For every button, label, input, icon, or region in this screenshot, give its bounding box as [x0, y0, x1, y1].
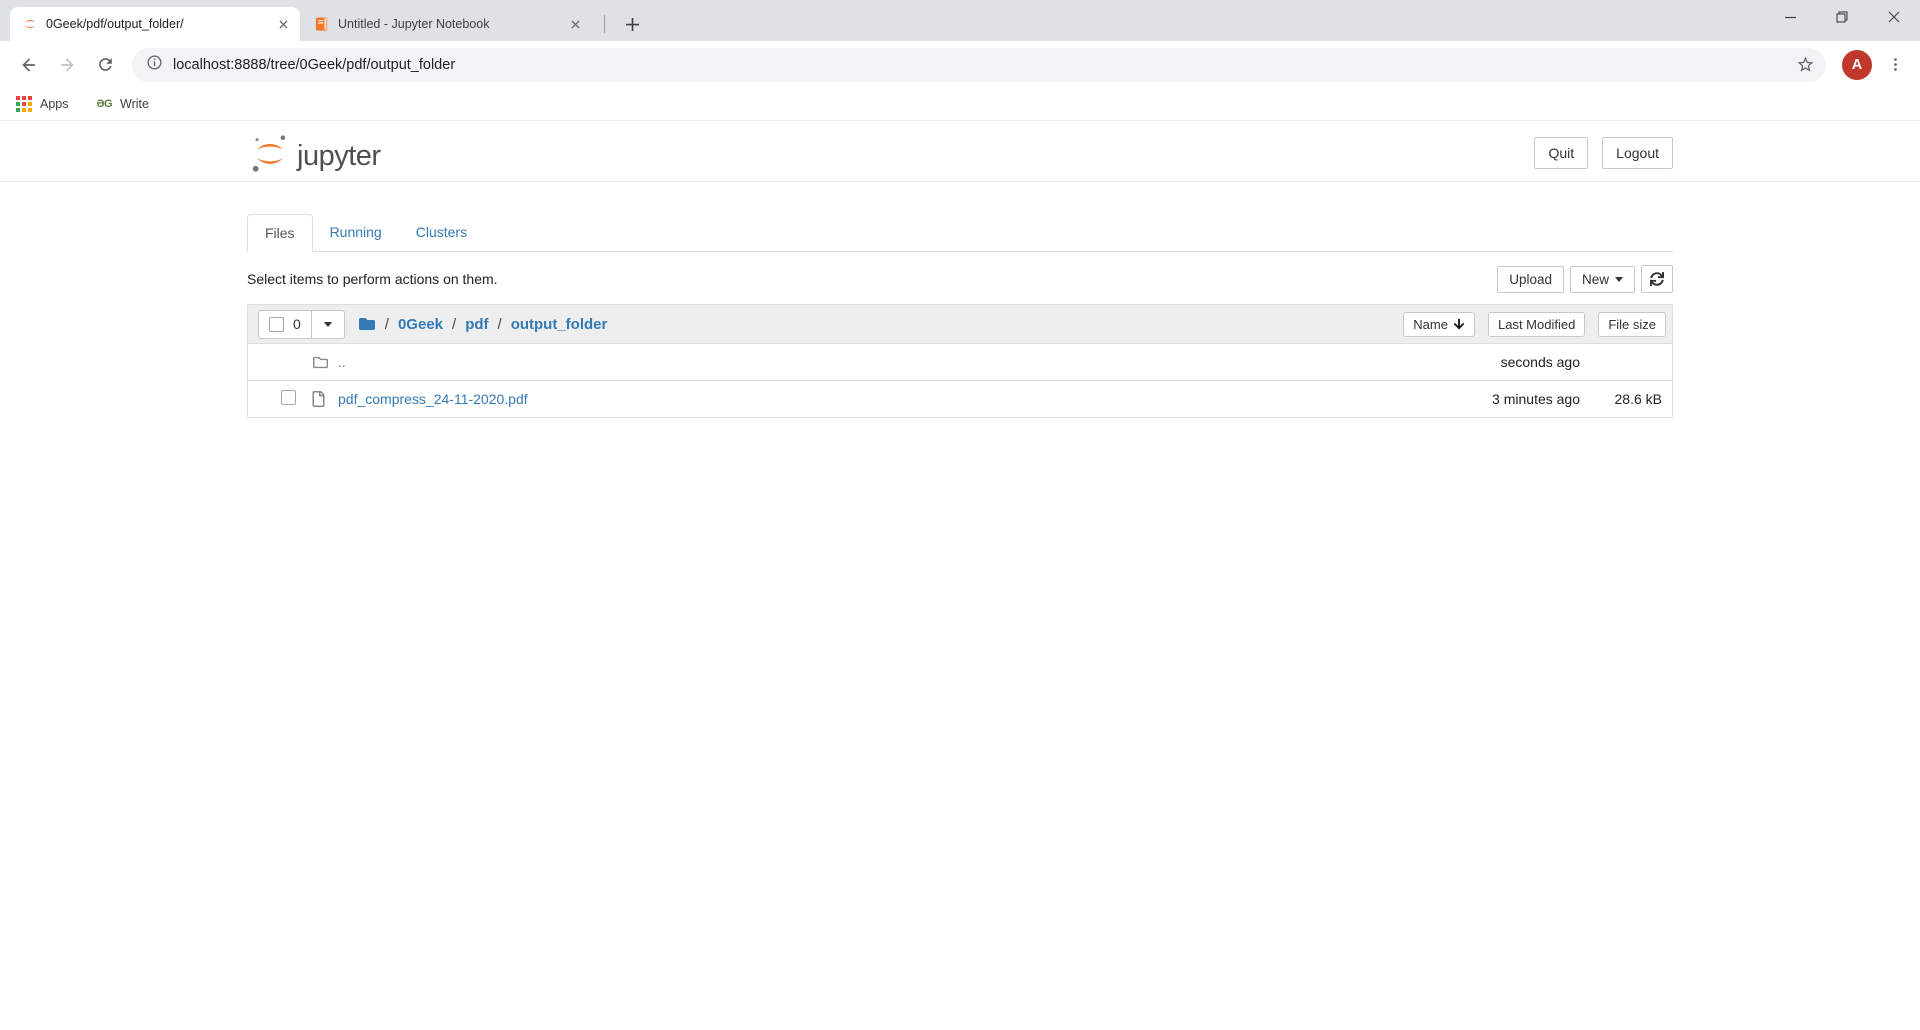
- tab-files[interactable]: Files: [247, 214, 313, 252]
- sort-arrow-down-icon: [1453, 318, 1465, 330]
- notebook-favicon-icon: [314, 16, 330, 32]
- refresh-button[interactable]: [1641, 265, 1673, 293]
- new-tab-button[interactable]: [618, 10, 646, 38]
- breadcrumb: / 0Geek / pdf / output_folder: [358, 315, 608, 333]
- tab-title: Untitled - Jupyter Notebook: [338, 17, 490, 31]
- refresh-icon: [1650, 272, 1664, 286]
- address-bar[interactable]: localhost:8888/tree/0Geek/pdf/output_fol…: [132, 47, 1826, 82]
- apps-grid-icon: [16, 96, 32, 112]
- bookmark-label: Write: [120, 97, 149, 111]
- row-modified: 3 minutes ago: [1492, 391, 1580, 407]
- minimize-icon[interactable]: [1764, 0, 1816, 34]
- tab-running[interactable]: Running: [313, 214, 399, 252]
- sort-size-button[interactable]: File size: [1598, 311, 1666, 337]
- row-size: 28.6 kB: [1614, 391, 1662, 407]
- browser-menu-icon[interactable]: [1880, 46, 1910, 84]
- row-modified: seconds ago: [1500, 354, 1580, 370]
- tab-clusters[interactable]: Clusters: [399, 214, 484, 252]
- list-header: 0 / 0Geek / pdf / output_folder Name Las…: [248, 305, 1672, 343]
- table-row-file[interactable]: pdf_compress_24-11-2020.pdf 3 minutes ag…: [248, 380, 1672, 417]
- folder-outline-icon: [313, 356, 328, 368]
- jupyter-favicon-icon: [22, 16, 38, 32]
- sort-name-label: Name: [1413, 316, 1448, 332]
- forward-icon[interactable]: [48, 46, 86, 84]
- file-icon: [312, 391, 325, 407]
- jupyter-logo-icon: [252, 135, 286, 172]
- back-icon[interactable]: [10, 46, 48, 84]
- tab-close-icon[interactable]: [566, 15, 584, 33]
- jupyter-page: jupyter Quit Logout Files Running Cluste…: [0, 121, 1920, 418]
- breadcrumb-output-folder[interactable]: output_folder: [511, 316, 608, 333]
- tab-close-icon[interactable]: [274, 15, 292, 33]
- caret-down-icon: [323, 321, 332, 327]
- breadcrumb-0geek[interactable]: 0Geek: [398, 316, 443, 333]
- restore-icon[interactable]: [1816, 0, 1868, 34]
- browser-toolbar: localhost:8888/tree/0Geek/pdf/output_fol…: [0, 41, 1920, 88]
- upload-button[interactable]: Upload: [1497, 265, 1564, 293]
- sort-name-button[interactable]: Name: [1403, 311, 1475, 337]
- row-selector: [258, 390, 312, 408]
- select-all-group: 0: [258, 309, 345, 339]
- bookmark-write[interactable]: ƏG Write: [97, 97, 149, 111]
- jupyter-header: jupyter Quit Logout: [247, 121, 1673, 181]
- folder-icon[interactable]: [358, 316, 376, 332]
- close-icon[interactable]: [1868, 0, 1920, 34]
- select-filter-dropdown[interactable]: [310, 309, 345, 339]
- sort-buttons: Name Last Modified File size: [1403, 311, 1666, 337]
- new-button-label: New: [1581, 271, 1609, 287]
- breadcrumb-separator: /: [452, 315, 457, 333]
- jupyter-wordmark: jupyter: [297, 140, 381, 172]
- caret-down-icon: [1615, 276, 1623, 282]
- bookmarks-bar: Apps ƏG Write: [0, 88, 1920, 121]
- browser-tab-notebook[interactable]: Untitled - Jupyter Notebook: [302, 7, 592, 41]
- reload-icon[interactable]: [86, 46, 124, 84]
- window-controls: [1764, 0, 1920, 34]
- parent-dir-link[interactable]: ..: [338, 354, 346, 370]
- selected-count: 0: [293, 316, 301, 332]
- browser-titlebar: 0Geek/pdf/output_folder/ Untitled - Jupy…: [0, 0, 1920, 41]
- page-info-icon[interactable]: [146, 54, 163, 76]
- logout-button[interactable]: Logout: [1602, 137, 1673, 169]
- notebook-list: 0 / 0Geek / pdf / output_folder Name Las…: [247, 304, 1673, 418]
- breadcrumb-separator: /: [384, 315, 389, 333]
- tab-divider: [604, 15, 605, 33]
- jupyter-nav-tabs: Files Running Clusters: [247, 214, 1673, 252]
- jupyter-logo[interactable]: jupyter: [247, 132, 381, 174]
- write-favicon-icon: ƏG: [96, 98, 113, 110]
- sort-modified-button[interactable]: Last Modified: [1487, 311, 1586, 337]
- breadcrumb-pdf[interactable]: pdf: [465, 316, 488, 333]
- list-actions-row: Select items to perform actions on them.…: [247, 265, 1673, 293]
- quit-button[interactable]: Quit: [1534, 137, 1589, 169]
- bookmark-label: Apps: [40, 97, 69, 111]
- tab-title: 0Geek/pdf/output_folder/: [46, 17, 184, 31]
- header-divider: [0, 181, 1920, 182]
- breadcrumb-separator: /: [497, 315, 502, 333]
- select-all-button[interactable]: 0: [258, 309, 312, 339]
- new-dropdown-button[interactable]: New: [1569, 265, 1635, 293]
- browser-tab-files[interactable]: 0Geek/pdf/output_folder/: [10, 7, 300, 41]
- select-all-checkbox[interactable]: [269, 316, 284, 332]
- file-link[interactable]: pdf_compress_24-11-2020.pdf: [338, 391, 528, 407]
- row-checkbox[interactable]: [281, 390, 296, 405]
- bookmark-star-icon[interactable]: [1790, 50, 1820, 80]
- avatar-letter: A: [1851, 56, 1863, 73]
- table-row-parent[interactable]: .. seconds ago: [248, 343, 1672, 380]
- bookmark-apps[interactable]: Apps: [16, 96, 69, 112]
- select-hint-text: Select items to perform actions on them.: [247, 271, 498, 287]
- url-text[interactable]: localhost:8888/tree/0Geek/pdf/output_fol…: [173, 57, 1790, 73]
- profile-avatar[interactable]: A: [1842, 49, 1872, 80]
